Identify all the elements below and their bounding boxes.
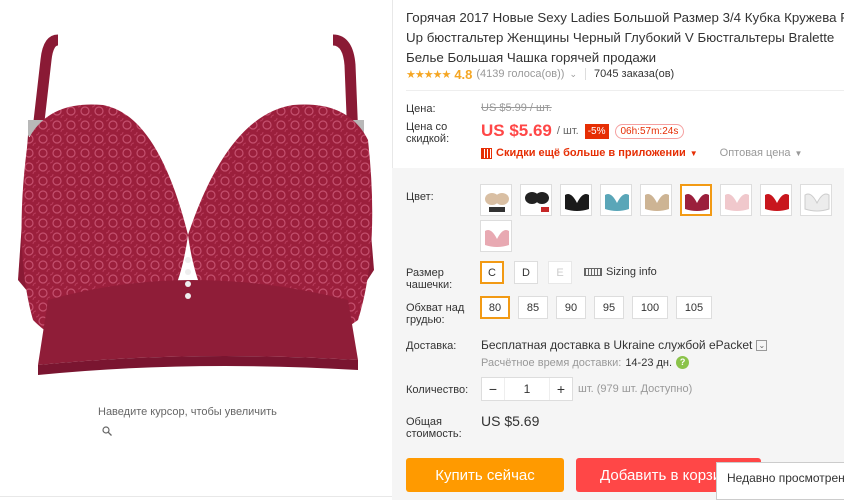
band-option-100[interactable]: 100 — [632, 296, 668, 319]
color-swatch-light-pink[interactable] — [480, 220, 512, 252]
band-option-80[interactable]: 80 — [480, 296, 510, 319]
color-swatch-black-set[interactable] — [520, 184, 552, 216]
band-option-105[interactable]: 105 — [676, 296, 712, 319]
delivery-days: 14-23 дн. — [625, 356, 673, 369]
stock-note: шт. (979 шт. Доступно) — [578, 383, 693, 395]
cup-size-label: Размер чашечки: — [406, 267, 453, 291]
divider — [0, 496, 392, 497]
color-swatch-white[interactable] — [800, 184, 832, 216]
shipping-method: Бесплатная доставка в Ukraine службой eP… — [481, 338, 768, 352]
color-swatch-teal[interactable] — [600, 184, 632, 216]
total-label: Общая стоимость: — [406, 416, 462, 440]
product-gallery: Наведите курсор, чтобы увеличить — [0, 0, 392, 500]
quantity-label: Количество: — [406, 384, 469, 396]
zoom-hint: Наведите курсор, чтобы увеличить — [94, 406, 277, 436]
chevron-down-icon[interactable]: ⌄ — [756, 339, 768, 351]
ruler-icon — [584, 268, 602, 276]
total-price: US $5.69 — [481, 413, 540, 429]
color-swatch-nude[interactable] — [640, 184, 672, 216]
sizing-info-link[interactable]: Sizing info — [584, 266, 657, 278]
color-swatch-red[interactable] — [760, 184, 792, 216]
cup-option-e[interactable]: E — [548, 261, 572, 284]
color-swatch-beige-set[interactable] — [480, 184, 512, 216]
delivery-estimate: Расчётное время доставки: 14-23 дн. ? — [481, 356, 690, 369]
minus-icon[interactable]: − — [482, 381, 504, 397]
quantity-stepper: − 1 + — [481, 377, 573, 401]
color-swatch-black[interactable] — [560, 184, 592, 216]
cup-option-c[interactable]: C — [480, 261, 504, 284]
color-swatch-pink[interactable] — [720, 184, 752, 216]
band-option-95[interactable]: 95 — [594, 296, 624, 319]
plus-icon[interactable]: + — [550, 381, 572, 397]
band-option-85[interactable]: 85 — [518, 296, 548, 319]
help-icon[interactable]: ? — [676, 356, 690, 369]
product-options: Цвет: Размер чашечки: C D E Sizing info — [406, 0, 844, 500]
shipping-label: Доставка: — [406, 340, 457, 352]
buy-now-button[interactable]: Купить сейчас — [406, 458, 564, 492]
delivery-estimate-label: Расчётное время доставки: — [481, 356, 622, 369]
color-label: Цвет: — [406, 191, 434, 203]
color-swatch-wine[interactable] — [680, 184, 712, 216]
quantity-input[interactable]: 1 — [504, 378, 550, 400]
shipping-method-text: Бесплатная доставка в Ukraine службой eP… — [481, 338, 753, 352]
recently-viewed-tab[interactable]: Недавно просмотренные — [716, 462, 844, 500]
cup-option-d[interactable]: D — [514, 261, 538, 284]
band-size-label: Обхват над грудью: — [406, 302, 465, 326]
zoom-hint-text: Наведите курсор, чтобы увеличить — [98, 406, 277, 418]
product-main-image[interactable] — [8, 20, 384, 392]
band-option-90[interactable]: 90 — [556, 296, 586, 319]
